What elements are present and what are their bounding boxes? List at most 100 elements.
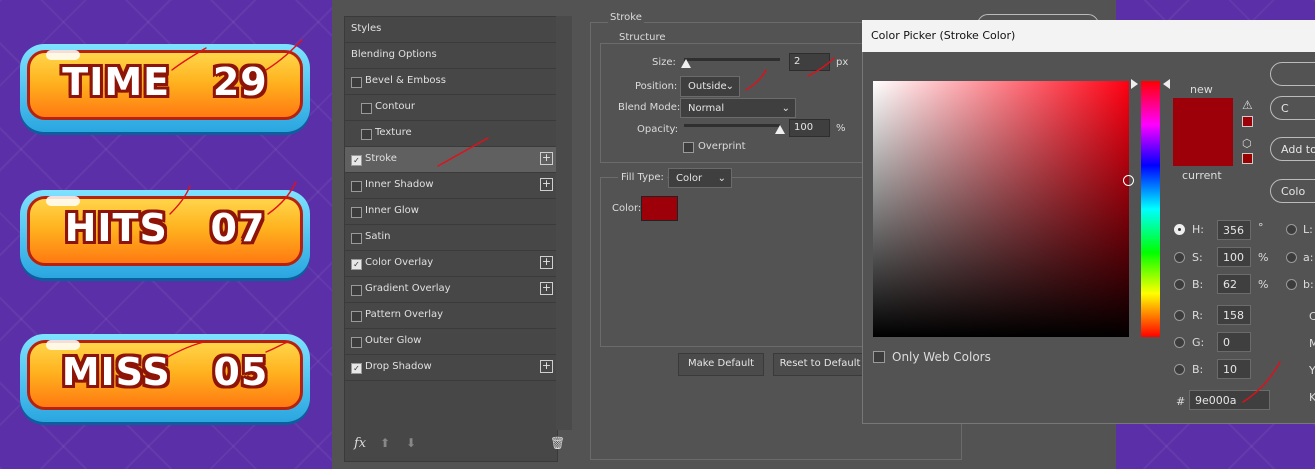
style-item-color-overlay[interactable]: ✓ Color Overlay + [345,251,557,277]
style-item-outer-glow[interactable]: Outer Glow [345,329,557,355]
r-field[interactable]: 158 [1217,305,1251,325]
only-web-colors-checkbox[interactable] [873,351,885,363]
overprint-checkbox[interactable] [683,142,694,153]
cancel-button[interactable]: C [1270,96,1315,120]
color-picker-title: Color Picker (Stroke Color) [871,29,1016,42]
style-item-blending-options[interactable]: Blending Options [345,43,557,69]
style-label: Contour [375,101,415,112]
style-item-gradient-overlay[interactable]: Gradient Overlay + [345,277,557,303]
warning-icon[interactable]: ⚠ [1242,98,1253,112]
color-libraries-button[interactable]: Colo [1270,179,1315,203]
color-picker-titlebar: Color Picker (Stroke Color) [862,20,1315,52]
style-checkbox[interactable] [351,181,362,192]
opacity-field[interactable]: 100 [789,119,830,137]
style-checkbox[interactable]: ✓ [351,363,362,374]
style-item-inner-glow[interactable]: Inner Glow [345,199,557,225]
styles-scrollbar[interactable] [556,16,572,430]
style-label: Inner Shadow [365,179,434,190]
style-label: Drop Shadow [365,361,432,372]
g-radio[interactable] [1174,337,1185,348]
size-slider-thumb[interactable] [680,59,691,68]
opacity-slider-track[interactable] [684,124,780,127]
s-field[interactable]: 100 [1217,247,1251,267]
trash-icon[interactable]: 🗑 [550,436,565,450]
arrow-down-icon[interactable]: ⬇ [406,436,416,450]
size-field[interactable]: 2 [789,53,830,71]
style-checkbox[interactable] [351,311,362,322]
style-item-stroke[interactable]: ✓ Stroke + [345,147,557,173]
hue-right-arrow-icon[interactable] [1163,78,1170,89]
cube-icon[interactable]: ⬡ [1242,137,1252,150]
h-field[interactable]: 356 [1217,220,1251,240]
position-dropdown[interactable]: Outside ⌄ [680,76,740,97]
style-checkbox[interactable] [361,129,372,140]
style-label: Satin [365,231,391,242]
make-default-button[interactable]: Make Default [678,353,764,376]
current-color-swatch[interactable] [1173,132,1233,166]
fx-icon[interactable]: fx [354,436,366,451]
b-field[interactable]: 62 [1217,274,1251,294]
add-to-swatches-button[interactable]: Add to [1270,137,1315,161]
style-checkbox[interactable] [351,337,362,348]
style-item-satin[interactable]: Satin [345,225,557,251]
arrow-up-icon[interactable]: ⬆ [380,436,390,450]
style-checkbox[interactable] [351,233,362,244]
hue-slider[interactable] [1141,81,1160,337]
s-unit: % [1258,251,1269,264]
g-field[interactable]: 0 [1217,332,1251,352]
add-style-icon[interactable]: + [540,178,553,191]
style-checkbox[interactable] [351,77,362,88]
style-label: Pattern Overlay [365,309,444,320]
color-field[interactable] [873,81,1129,337]
s-label: S: [1192,251,1203,264]
hits-value: 07 [210,206,266,250]
style-item-bevel-emboss[interactable]: Bevel & Emboss [345,69,557,95]
style-item-contour[interactable]: Contour [345,95,557,121]
game-button-time: TIME 29 [20,44,310,132]
ok-button[interactable] [1270,62,1315,86]
style-checkbox[interactable] [351,207,362,218]
styles-list: Styles Blending Options Bevel & Emboss Cont… [344,16,558,462]
chevron-down-icon: ⌄ [725,81,734,92]
lab-b-radio[interactable] [1286,279,1297,290]
add-style-icon[interactable]: + [540,152,553,165]
style-item-pattern-overlay[interactable]: Pattern Overlay [345,303,557,329]
cmyk-k-label: K [1309,391,1315,404]
hex-label: # [1176,395,1186,408]
b-radio[interactable] [1174,279,1185,290]
hex-field[interactable]: 9e000a [1189,390,1270,410]
blue-field[interactable]: 10 [1217,359,1251,379]
style-item-inner-shadow[interactable]: Inner Shadow + [345,173,557,199]
s-radio[interactable] [1174,252,1185,263]
style-item-drop-shadow[interactable]: ✓ Drop Shadow + [345,355,557,381]
style-label: Stroke [365,153,397,164]
web-safe-swatch[interactable] [1242,153,1253,164]
lab-l-radio[interactable] [1286,224,1297,235]
style-label: Inner Glow [365,205,419,216]
style-item-texture[interactable]: Texture [345,121,557,147]
style-checkbox[interactable]: ✓ [351,155,362,166]
add-style-icon[interactable]: + [540,360,553,373]
add-style-icon[interactable]: + [540,256,553,269]
lab-a-radio[interactable] [1286,252,1297,263]
style-checkbox[interactable] [351,285,362,296]
style-label: Bevel & Emboss [365,75,446,86]
hue-left-arrow-icon[interactable] [1131,78,1138,89]
style-checkbox[interactable]: ✓ [351,259,362,270]
r-radio[interactable] [1174,310,1185,321]
gamut-swatch[interactable] [1242,116,1253,127]
style-item-styles[interactable]: Styles [345,17,557,43]
fill-type-dropdown[interactable]: Color ⌄ [668,168,732,188]
blend-mode-dropdown[interactable]: Normal ⌄ [680,98,796,118]
stroke-color-swatch[interactable] [641,196,678,221]
color-field-cursor[interactable] [1123,175,1134,186]
overprint-label: Overprint [698,141,746,152]
size-slider-track[interactable] [684,58,780,61]
blue-radio[interactable] [1174,364,1185,375]
cmyk-y-label: Y [1309,364,1315,377]
add-style-icon[interactable]: + [540,282,553,295]
opacity-slider-thumb[interactable] [775,125,785,134]
style-checkbox[interactable] [361,103,372,114]
h-radio[interactable] [1174,224,1185,235]
reset-to-default-button[interactable]: Reset to Default [773,353,867,376]
